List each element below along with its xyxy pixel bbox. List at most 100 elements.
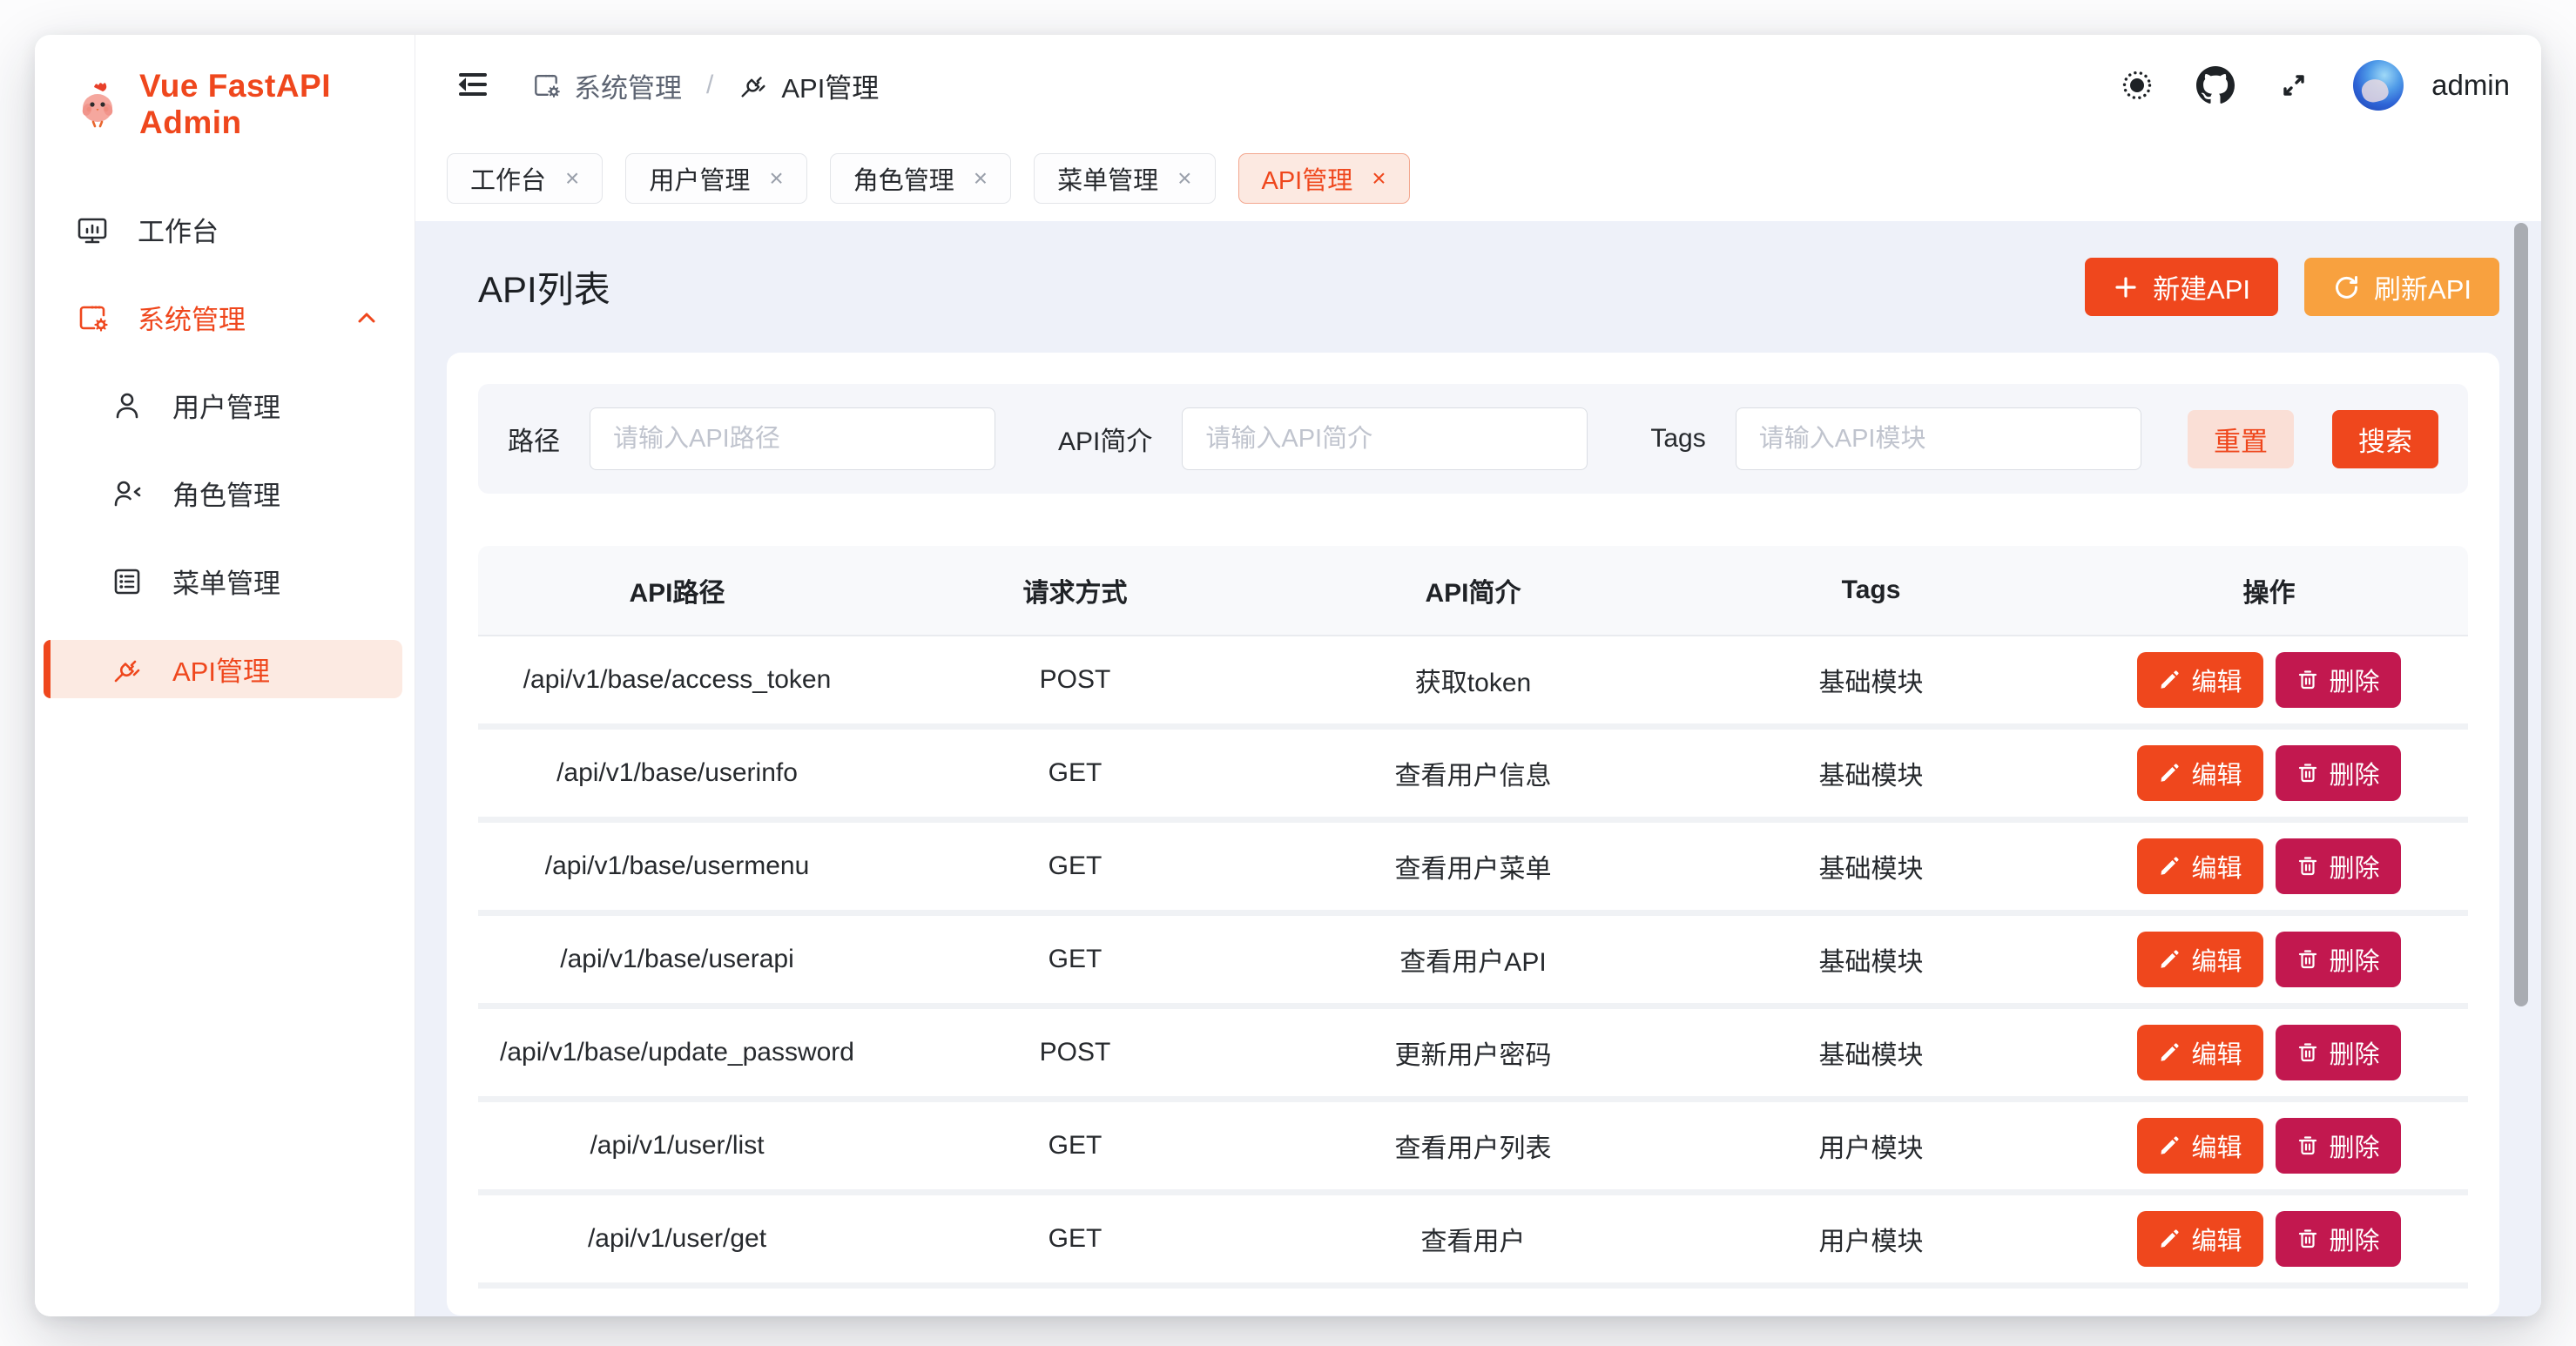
- title-row: API列表 新建API: [447, 258, 2499, 316]
- content-scrollbar[interactable]: [2514, 223, 2528, 1006]
- delete-button[interactable]: 删除: [2276, 1211, 2401, 1267]
- monitor-icon: [75, 212, 110, 247]
- edit-button[interactable]: 编辑: [2137, 745, 2262, 801]
- content-area: API列表 新建API: [415, 221, 2541, 1316]
- breadcrumb-current[interactable]: API管理: [738, 66, 879, 105]
- edit-button[interactable]: 编辑: [2137, 932, 2262, 987]
- table-row: /api/v1/user/list GET 查看用户列表 用户模块 编辑 删除: [478, 1102, 2468, 1195]
- edit-button[interactable]: 编辑: [2137, 1118, 2262, 1174]
- user-role-icon: [110, 476, 145, 511]
- tab-menus[interactable]: 菜单管理 ×: [1034, 153, 1215, 204]
- edit-button[interactable]: 编辑: [2137, 652, 2262, 708]
- pencil-icon: [2158, 762, 2181, 784]
- tab-label: 工作台: [470, 160, 546, 197]
- cell-tags: 基础模块: [1672, 1033, 2070, 1072]
- cell-tags: 基础模块: [1672, 940, 2070, 979]
- trash-icon: [2296, 948, 2319, 971]
- collapse-sidebar-icon[interactable]: [454, 66, 492, 104]
- tab-label: 菜单管理: [1057, 160, 1158, 197]
- trash-icon: [2296, 1228, 2319, 1250]
- chevron-up-icon: [354, 305, 380, 331]
- edit-button[interactable]: 编辑: [2137, 838, 2262, 894]
- breadcrumb: 系统管理 / API管理: [530, 66, 879, 105]
- username[interactable]: admin: [2431, 69, 2510, 102]
- tab-workbench[interactable]: 工作台 ×: [447, 153, 603, 204]
- cell-summary: 获取token: [1274, 661, 1672, 699]
- sidebar-item-system[interactable]: 系统管理: [44, 288, 402, 347]
- tab-api[interactable]: API管理 ×: [1238, 153, 1410, 204]
- delete-button[interactable]: 删除: [2276, 838, 2401, 894]
- title-buttons: 新建API 刷新API: [2085, 258, 2499, 316]
- tab-label: 用户管理: [649, 160, 750, 197]
- cell-method: GET: [876, 1224, 1274, 1254]
- trash-icon: [2296, 1041, 2319, 1064]
- page-title: API列表: [478, 260, 610, 313]
- close-icon[interactable]: ×: [565, 165, 579, 192]
- table-row: /api/v1/base/access_token POST 获取token 基…: [478, 636, 2468, 730]
- api-table: API路径 请求方式 API简介 Tags 操作 /api/v1/base/ac…: [478, 546, 2468, 1311]
- cell-method: GET: [876, 945, 1274, 974]
- delete-button[interactable]: 删除: [2276, 652, 2401, 708]
- search-button[interactable]: 搜索: [2332, 410, 2438, 468]
- delete-button[interactable]: 删除: [2276, 1118, 2401, 1174]
- filter-bar: 路径 API简介 Tags 重置 搜索: [478, 384, 2468, 494]
- main-area: 系统管理 / API管理: [415, 35, 2541, 1316]
- sidebar-item-users[interactable]: 用户管理: [44, 376, 402, 434]
- api-list-card: 路径 API简介 Tags 重置 搜索 API路径 请求方式: [447, 353, 2499, 1316]
- cell-tags: 用户模块: [1672, 1220, 2070, 1258]
- sidebar-item-roles[interactable]: 角色管理: [44, 464, 402, 522]
- logo: Vue FastAPI Admin: [35, 35, 415, 141]
- tab-roles[interactable]: 角色管理 ×: [830, 153, 1011, 204]
- col-path: API路径: [478, 571, 876, 609]
- table-header: API路径 请求方式 API简介 Tags 操作: [478, 546, 2468, 636]
- delete-button[interactable]: 删除: [2276, 932, 2401, 987]
- trash-icon: [2296, 669, 2319, 691]
- github-icon[interactable]: [2196, 66, 2235, 104]
- sidebar-item-workbench[interactable]: 工作台: [44, 200, 402, 259]
- close-icon[interactable]: ×: [1177, 165, 1191, 192]
- pencil-icon: [2158, 1134, 2181, 1157]
- window-settings-icon: [75, 300, 110, 335]
- sidebar-item-api[interactable]: API管理: [44, 640, 402, 698]
- fullscreen-icon[interactable]: [2275, 66, 2313, 104]
- trash-icon: [2296, 1134, 2319, 1157]
- close-icon[interactable]: ×: [974, 165, 988, 192]
- edit-button[interactable]: 编辑: [2137, 1025, 2262, 1080]
- pencil-icon: [2158, 1041, 2181, 1064]
- cell-path: /api/v1/user/get: [478, 1224, 876, 1254]
- api-plug-icon: [738, 70, 769, 101]
- theme-toggle-sun-icon[interactable]: [2118, 66, 2156, 104]
- reset-button[interactable]: 重置: [2188, 410, 2294, 468]
- sidebar-item-menus[interactable]: 菜单管理: [44, 552, 402, 610]
- cell-summary: 查看用户API: [1274, 940, 1672, 979]
- delete-button[interactable]: 删除: [2276, 1025, 2401, 1080]
- path-filter-input[interactable]: [590, 407, 995, 470]
- window-settings-icon: [530, 70, 562, 101]
- table-row: /api/v1/base/userinfo GET 查看用户信息 基础模块 编辑…: [478, 730, 2468, 823]
- breadcrumb-parent[interactable]: 系统管理: [530, 66, 682, 105]
- create-api-button[interactable]: 新建API: [2085, 258, 2278, 316]
- sidebar-item-label: API管理: [172, 649, 270, 689]
- pencil-icon: [2158, 669, 2181, 691]
- sidebar-item-label: 用户管理: [172, 386, 280, 425]
- cell-summary: 查看用户菜单: [1274, 847, 1672, 885]
- close-icon[interactable]: ×: [769, 165, 783, 192]
- api-plug-icon: [110, 652, 145, 687]
- tags-filter-input[interactable]: [1736, 407, 2141, 470]
- cell-summary: 查看用户: [1274, 1220, 1672, 1258]
- cell-path: /api/v1/base/userinfo: [478, 758, 876, 788]
- edit-button[interactable]: 编辑: [2137, 1211, 2262, 1267]
- summary-filter-input[interactable]: [1182, 407, 1588, 470]
- user-avatar[interactable]: [2353, 60, 2404, 111]
- sidebar-item-label: 菜单管理: [172, 562, 280, 601]
- tab-users[interactable]: 用户管理 ×: [625, 153, 806, 204]
- breadcrumb-separator: /: [706, 71, 713, 100]
- close-icon[interactable]: ×: [1372, 165, 1386, 192]
- delete-button[interactable]: 删除: [2276, 745, 2401, 801]
- app-title: Vue FastAPI Admin: [139, 68, 404, 141]
- sidebar-item-label: 工作台: [138, 210, 219, 249]
- refresh-api-button[interactable]: 刷新API: [2304, 258, 2499, 316]
- table-row: /api/v1/user/get GET 查看用户 用户模块 编辑 删除: [478, 1195, 2468, 1289]
- cell-tags: 用户模块: [1672, 1127, 2070, 1165]
- topbar: 系统管理 / API管理: [415, 35, 2541, 136]
